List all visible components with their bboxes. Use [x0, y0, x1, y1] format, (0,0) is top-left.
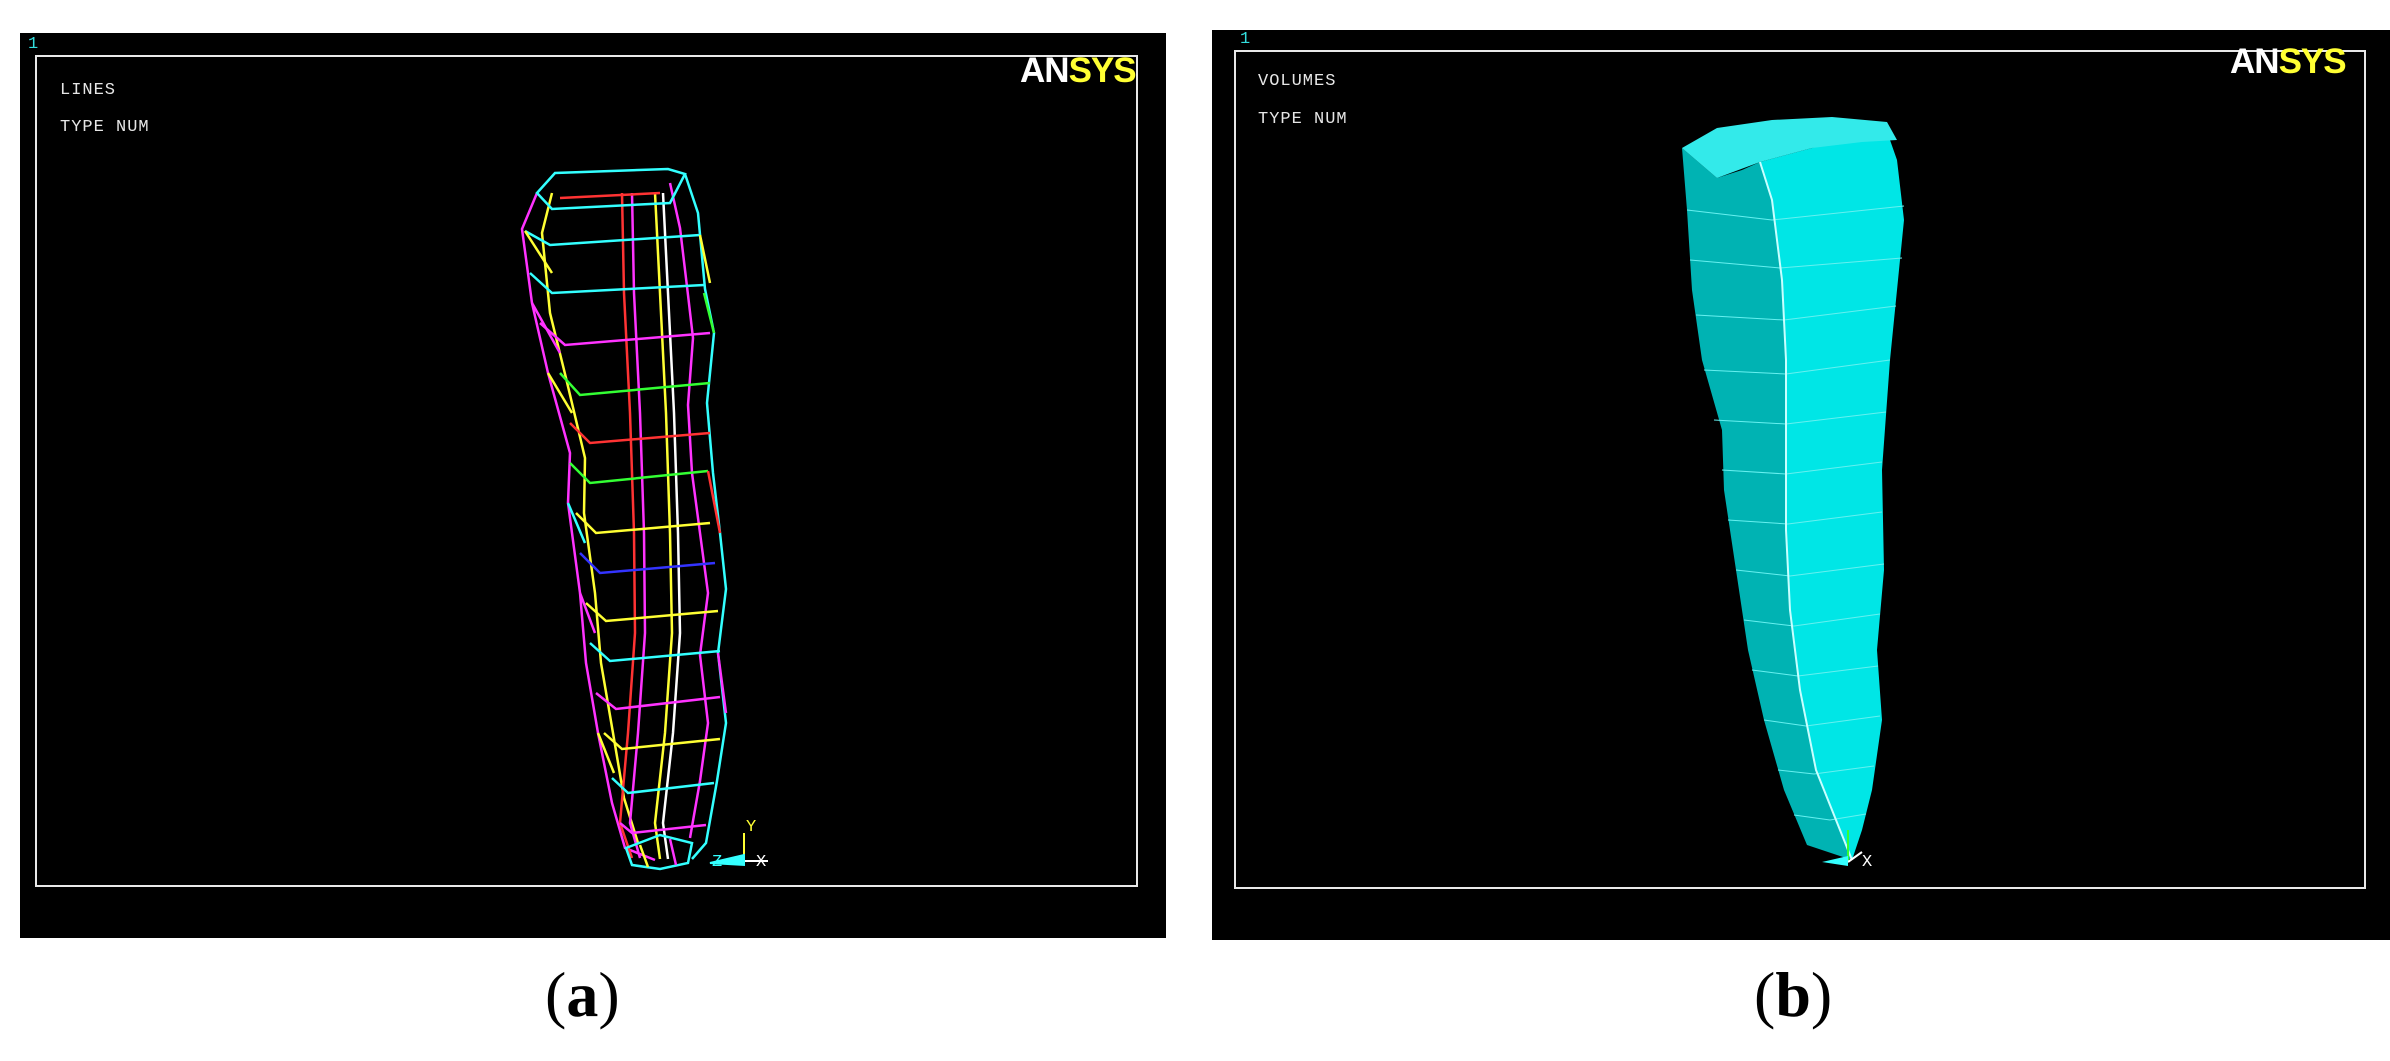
- wire-ring-8: [579, 552, 716, 575]
- axis-z-label: Z: [712, 853, 722, 872]
- wire-ring-2: [529, 272, 705, 295]
- wire-ring-12: [603, 732, 721, 751]
- wire-rod-2: [628, 192, 647, 859]
- wire-ring-4: [559, 372, 711, 397]
- axis-x-label: X: [756, 853, 766, 872]
- wireframe-model: Y X Z: [520, 167, 768, 872]
- wire-right-edge: [683, 173, 728, 860]
- graphics-window-lines[interactable]: 1 LINES TYPE NUM ANSYS Y X Z: [20, 33, 1166, 938]
- wire-ring-11: [595, 692, 721, 711]
- axis-x-label: X: [1862, 853, 1872, 872]
- wire-top-cap: [535, 167, 687, 211]
- caption-a: (a): [545, 959, 620, 1030]
- wire-ring-9: [585, 602, 719, 623]
- axis-y-label: Y: [746, 818, 756, 837]
- caption-b: (b): [1754, 959, 1833, 1030]
- volume-model: X: [1682, 117, 1905, 872]
- wire-ring-1: [524, 229, 701, 247]
- wire-ring-6: [569, 462, 709, 485]
- graphics-window-volumes[interactable]: 1 VOLUMES TYPE NUM ANSYS X: [1212, 30, 2390, 940]
